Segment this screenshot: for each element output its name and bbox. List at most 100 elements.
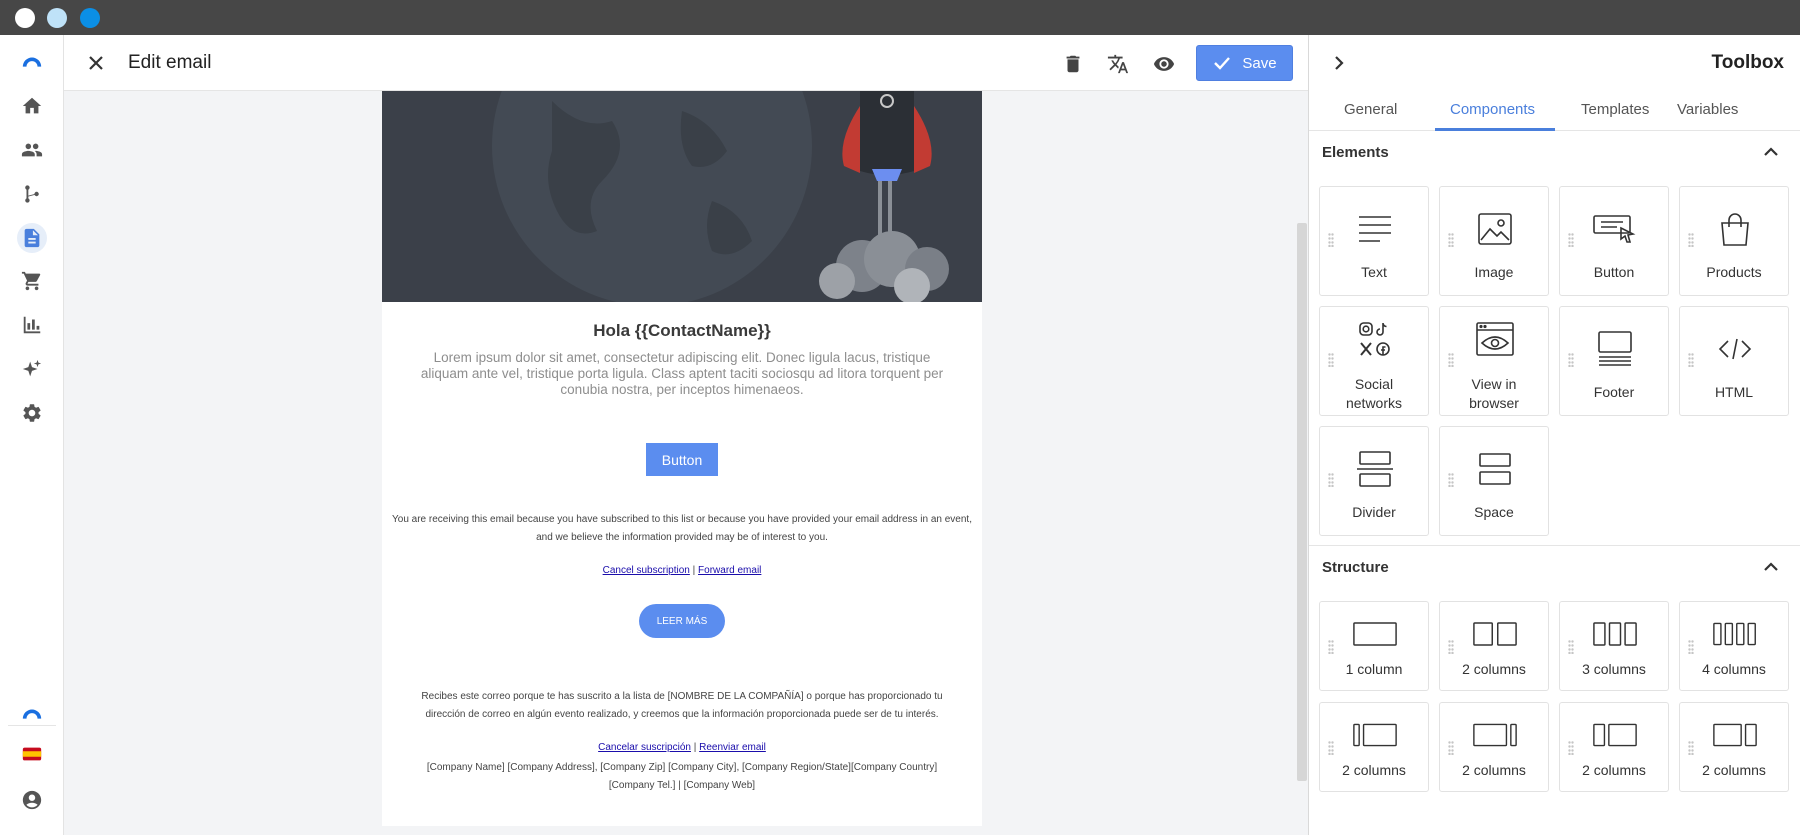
settings-icon[interactable] — [17, 398, 47, 428]
collapse-toolbox-button[interactable] — [1325, 49, 1353, 77]
drag-handle-icon[interactable] — [1448, 353, 1454, 368]
forward-email-link[interactable]: Forward email — [698, 565, 761, 576]
toolbox-tabs: General Components Templates Variables — [1309, 91, 1800, 131]
automation-flow-icon[interactable] — [17, 179, 47, 209]
collapse-structure-button[interactable] — [1763, 559, 1783, 579]
drag-handle-icon[interactable] — [1688, 353, 1694, 368]
code-icon — [1713, 329, 1757, 369]
tile-products[interactable]: Products — [1679, 186, 1789, 296]
document-icon[interactable] — [17, 223, 47, 253]
drag-handle-icon[interactable] — [1688, 741, 1694, 756]
sparkles-icon[interactable] — [17, 354, 47, 384]
tile-divider[interactable]: Divider — [1319, 426, 1429, 536]
page-title: Edit email — [128, 52, 212, 73]
structure-section-header[interactable]: Structure — [1309, 546, 1800, 590]
tile-view-in-browser[interactable]: View in browser — [1439, 306, 1549, 416]
translate-icon — [1107, 54, 1129, 74]
columns-third-twothirds-icon — [1593, 715, 1637, 755]
drag-handle-icon[interactable] — [1448, 473, 1454, 488]
brand-logo[interactable] — [17, 48, 47, 78]
tile-label: Text — [1361, 264, 1387, 280]
toolbox-title: Toolbox — [1711, 52, 1784, 73]
hero-image[interactable] — [382, 91, 982, 302]
elements-section-header[interactable]: Elements — [1309, 131, 1800, 175]
cancel-subscription-link-es[interactable]: Cancelar suscripción — [598, 742, 691, 753]
tile-space[interactable]: Space — [1439, 426, 1549, 536]
tile-label: 2 columns — [1582, 762, 1646, 778]
tile-text[interactable]: Text — [1319, 186, 1429, 296]
drag-handle-icon[interactable] — [1688, 233, 1694, 248]
drag-handle-icon[interactable] — [1328, 473, 1334, 488]
link-separator-es: | — [693, 742, 697, 753]
footer-icon — [1593, 329, 1637, 369]
email-button[interactable]: Button — [646, 443, 718, 476]
delete-button[interactable] — [1059, 50, 1087, 78]
tile-2-columns[interactable]: 2 columns — [1679, 702, 1789, 792]
contacts-icon[interactable] — [17, 135, 47, 165]
drag-handle-icon[interactable] — [1328, 353, 1334, 368]
home-icon[interactable] — [17, 91, 47, 121]
tab-templates[interactable]: Templates — [1581, 101, 1649, 118]
chart-icon[interactable] — [17, 310, 47, 340]
window-close-button[interactable] — [15, 8, 35, 28]
address-line-1: [Company Name] [Company Address], [Compa… — [426, 762, 938, 773]
preview-button[interactable] — [1150, 50, 1178, 78]
forward-email-link-es[interactable]: Reenviar email — [699, 742, 766, 753]
tile-footer[interactable]: Footer — [1559, 306, 1669, 416]
close-button[interactable] — [82, 49, 110, 77]
drag-handle-icon[interactable] — [1328, 233, 1334, 248]
tab-general[interactable]: General — [1344, 101, 1397, 118]
window-minimize-button[interactable] — [47, 8, 67, 28]
tile-social-networks[interactable]: Social networks — [1319, 306, 1429, 416]
tile-4-columns[interactable]: 4 columns — [1679, 601, 1789, 691]
save-button[interactable]: Save — [1196, 45, 1293, 81]
tab-variables[interactable]: Variables — [1677, 101, 1738, 118]
tab-components[interactable]: Components — [1450, 101, 1535, 118]
tile-html[interactable]: HTML — [1679, 306, 1789, 416]
subscription-note-es[interactable]: Recibes este correo porque te has suscri… — [407, 688, 957, 724]
tile-label: Social networks — [1345, 376, 1403, 411]
eye-icon — [1153, 57, 1175, 71]
brand-logo-small[interactable] — [17, 700, 47, 730]
tile-image[interactable]: Image — [1439, 186, 1549, 296]
tile-2-columns[interactable]: 2 columns — [1439, 601, 1549, 691]
window-maximize-button[interactable] — [80, 8, 100, 28]
drag-handle-icon[interactable] — [1448, 741, 1454, 756]
tile-button[interactable]: Button — [1559, 186, 1669, 296]
email-canvas[interactable]: Hola {{ContactName}} Lorem ipsum dolor s… — [64, 91, 1308, 835]
spain-flag-icon[interactable] — [17, 739, 47, 769]
account-icon[interactable] — [17, 785, 47, 815]
drag-handle-icon[interactable] — [1328, 741, 1334, 756]
save-button-label: Save — [1242, 54, 1277, 72]
drag-handle-icon[interactable] — [1568, 353, 1574, 368]
tile-2-columns[interactable]: 2 columns — [1319, 702, 1429, 792]
tile-1-column[interactable]: 1 column — [1319, 601, 1429, 691]
link-separator: | — [692, 565, 696, 576]
drag-handle-icon[interactable] — [1448, 233, 1454, 248]
email-body[interactable]: Hola {{ContactName}} Lorem ipsum dolor s… — [382, 91, 982, 826]
canvas-scrollbar[interactable] — [1297, 223, 1307, 781]
button-icon — [1593, 209, 1637, 249]
cart-icon[interactable] — [17, 266, 47, 296]
drag-handle-icon[interactable] — [1568, 233, 1574, 248]
tile-label: 3 columns — [1582, 661, 1646, 677]
email-greeting[interactable]: Hola {{ContactName}} — [382, 321, 982, 341]
leer-mas-button[interactable]: LEER MÁS — [639, 604, 725, 638]
cancel-subscription-link[interactable]: Cancel subscription — [603, 565, 690, 576]
rocket-illustration — [382, 91, 982, 302]
email-paragraph[interactable]: Lorem ipsum dolor sit amet, consectetur … — [417, 350, 947, 398]
drag-handle-icon[interactable] — [1568, 741, 1574, 756]
drag-handle-icon[interactable] — [1328, 640, 1334, 655]
company-address[interactable]: [Company Name] [Company Address], [Compa… — [407, 759, 957, 795]
tile-2-columns[interactable]: 2 columns — [1559, 702, 1669, 792]
collapse-elements-button[interactable] — [1763, 144, 1783, 164]
tile-3-columns[interactable]: 3 columns — [1559, 601, 1669, 691]
drag-handle-icon[interactable] — [1568, 640, 1574, 655]
drag-handle-icon[interactable] — [1448, 640, 1454, 655]
subscription-note[interactable]: You are receiving this email because you… — [390, 511, 974, 547]
text-icon — [1353, 209, 1397, 249]
translate-button[interactable] — [1104, 50, 1132, 78]
tile-label: 2 columns — [1462, 762, 1526, 778]
drag-handle-icon[interactable] — [1688, 640, 1694, 655]
tile-2-columns[interactable]: 2 columns — [1439, 702, 1549, 792]
